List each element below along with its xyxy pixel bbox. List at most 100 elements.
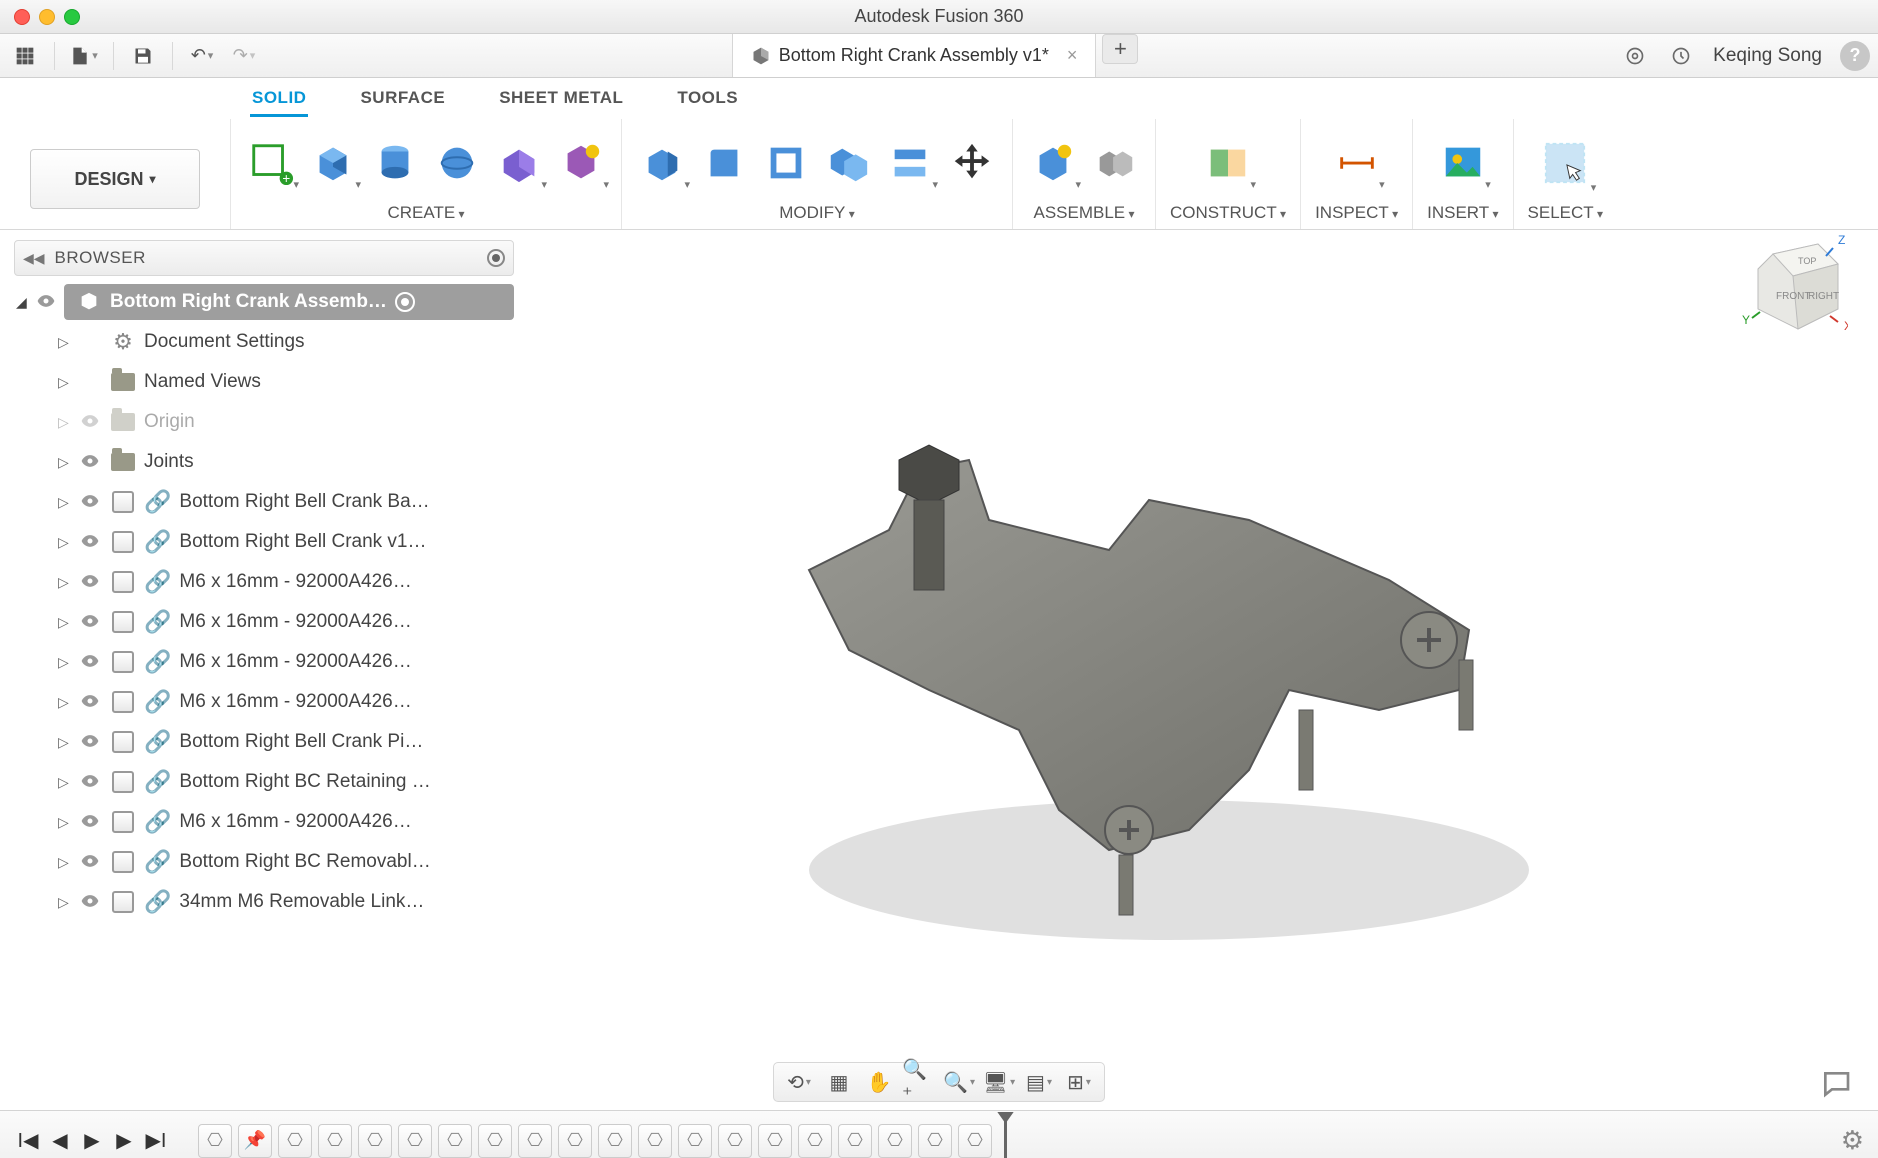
expand-icon[interactable]: ▷	[58, 654, 72, 671]
expand-icon[interactable]: ▷	[58, 494, 72, 511]
visibility-icon[interactable]	[36, 291, 58, 313]
new-component-tool[interactable]	[1027, 137, 1079, 189]
select-tool[interactable]	[1536, 134, 1594, 192]
expand-icon[interactable]: ▷	[58, 854, 72, 871]
timeline-feature[interactable]: ⎔	[798, 1124, 832, 1158]
visibility-icon[interactable]	[80, 451, 102, 473]
visibility-icon[interactable]	[80, 811, 102, 833]
pan-tool[interactable]: ✋	[862, 1067, 896, 1097]
align-tool[interactable]	[884, 137, 936, 189]
orbit-tool[interactable]: ⟲	[782, 1067, 816, 1097]
visibility-icon[interactable]	[80, 651, 102, 673]
timeline-feature[interactable]: ⎔	[638, 1124, 672, 1158]
ribbon-tab-surface[interactable]: SURFACE	[358, 84, 447, 117]
visibility-icon[interactable]	[80, 891, 102, 913]
grid-settings[interactable]: ▤	[1022, 1067, 1056, 1097]
timeline-feature[interactable]: 📌	[238, 1124, 272, 1158]
save-button[interactable]	[126, 41, 160, 71]
close-window-button[interactable]	[14, 9, 30, 25]
timeline-feature[interactable]: ⎔	[318, 1124, 352, 1158]
construct-plane-tool[interactable]	[1202, 137, 1254, 189]
zoom-tool[interactable]: 🔍⁺	[902, 1067, 936, 1097]
undo-button[interactable]: ↶	[185, 41, 219, 71]
expand-icon[interactable]: ▷	[58, 614, 72, 631]
timeline-feature[interactable]: ⎔	[438, 1124, 472, 1158]
sphere-tool[interactable]	[431, 137, 483, 189]
timeline-feature[interactable]: ⎔	[958, 1124, 992, 1158]
user-name[interactable]: Keqing Song	[1713, 45, 1822, 67]
timeline-marker[interactable]	[1004, 1120, 1007, 1158]
timeline-feature[interactable]: ⎔	[718, 1124, 752, 1158]
extensions-icon[interactable]	[1621, 42, 1649, 70]
expand-icon[interactable]: ▷	[58, 774, 72, 791]
timeline-feature[interactable]: ⎔	[518, 1124, 552, 1158]
shell-tool[interactable]	[760, 137, 812, 189]
visibility-icon[interactable]	[80, 611, 102, 633]
combine-tool[interactable]	[822, 137, 874, 189]
document-tab[interactable]: Bottom Right Crank Assembly v1* ×	[732, 34, 1097, 77]
viewport-layout[interactable]: ⊞	[1062, 1067, 1096, 1097]
visibility-icon[interactable]	[80, 531, 102, 553]
timeline-feature[interactable]: ⎔	[278, 1124, 312, 1158]
collapse-browser-icon[interactable]: ◀◀	[23, 250, 45, 267]
visibility-icon[interactable]	[80, 411, 102, 433]
redo-button[interactable]: ↷	[227, 41, 261, 71]
visibility-icon[interactable]	[80, 771, 102, 793]
measure-tool[interactable]	[1331, 137, 1383, 189]
timeline-feature[interactable]: ⎔	[478, 1124, 512, 1158]
expand-icon[interactable]: ▷	[58, 534, 72, 551]
minimize-window-button[interactable]	[39, 9, 55, 25]
cylinder-tool[interactable]	[369, 137, 421, 189]
move-tool[interactable]	[946, 137, 998, 189]
ribbon-tab-solid[interactable]: SOLID	[250, 84, 308, 117]
expand-icon[interactable]: ▷	[58, 374, 72, 391]
timeline-step-back-button[interactable]: ◀	[46, 1127, 74, 1155]
viewport[interactable]: ◀◀ BROWSER ◢ Bottom Right Crank Assemb… …	[0, 230, 1878, 1110]
maximize-window-button[interactable]	[64, 9, 80, 25]
visibility-icon[interactable]	[80, 571, 102, 593]
timeline-start-button[interactable]: I◀	[14, 1127, 42, 1155]
expand-icon[interactable]: ◢	[16, 294, 30, 311]
timeline-feature[interactable]: ⎔	[558, 1124, 592, 1158]
fillet-tool[interactable]	[698, 137, 750, 189]
model-canvas[interactable]	[380, 230, 1878, 1110]
data-panel-button[interactable]	[8, 41, 42, 71]
expand-icon[interactable]: ▷	[58, 814, 72, 831]
expand-icon[interactable]: ▷	[58, 734, 72, 751]
expand-icon[interactable]: ▷	[58, 454, 72, 471]
timeline-feature[interactable]: ⎔	[878, 1124, 912, 1158]
joint-tool[interactable]	[1089, 137, 1141, 189]
timeline-play-button[interactable]: ▶	[78, 1127, 106, 1155]
job-status-icon[interactable]	[1667, 42, 1695, 70]
display-settings[interactable]: 🖥	[982, 1067, 1016, 1097]
workspace-switcher[interactable]: DESIGN▾	[30, 149, 200, 209]
expand-icon[interactable]: ▷	[58, 574, 72, 591]
visibility-icon[interactable]	[80, 851, 102, 873]
timeline-step-fwd-button[interactable]: ▶	[110, 1127, 138, 1155]
timeline-end-button[interactable]: ▶I	[142, 1127, 170, 1155]
expand-icon[interactable]: ▷	[58, 894, 72, 911]
zoom-window-tool[interactable]: 🔍	[942, 1067, 976, 1097]
insert-decal-tool[interactable]	[1437, 137, 1489, 189]
visibility-icon[interactable]	[80, 491, 102, 513]
timeline-feature[interactable]: ⎔	[678, 1124, 712, 1158]
close-tab-button[interactable]: ×	[1067, 45, 1078, 66]
box-tool[interactable]	[307, 137, 359, 189]
press-pull-tool[interactable]	[636, 137, 688, 189]
derive-tool[interactable]	[555, 137, 607, 189]
sketch-tool[interactable]: +	[245, 137, 297, 189]
look-at-tool[interactable]: ▦	[822, 1067, 856, 1097]
visibility-icon[interactable]	[80, 691, 102, 713]
timeline-feature[interactable]: ⎔	[918, 1124, 952, 1158]
ribbon-tab-tools[interactable]: TOOLS	[675, 84, 740, 117]
expand-icon[interactable]: ▷	[58, 334, 72, 351]
timeline-feature[interactable]: ⎔	[838, 1124, 872, 1158]
viewcube[interactable]: FRONT RIGHT TOP Z X Y	[1738, 234, 1848, 344]
timeline-settings-icon[interactable]: ⚙	[1841, 1125, 1864, 1156]
comments-button[interactable]	[1820, 1068, 1852, 1096]
expand-icon[interactable]: ▷	[58, 694, 72, 711]
expand-icon[interactable]: ▷	[58, 414, 72, 431]
help-button[interactable]: ?	[1840, 41, 1870, 71]
timeline-feature[interactable]: ⎔	[598, 1124, 632, 1158]
file-menu-button[interactable]	[67, 41, 101, 71]
